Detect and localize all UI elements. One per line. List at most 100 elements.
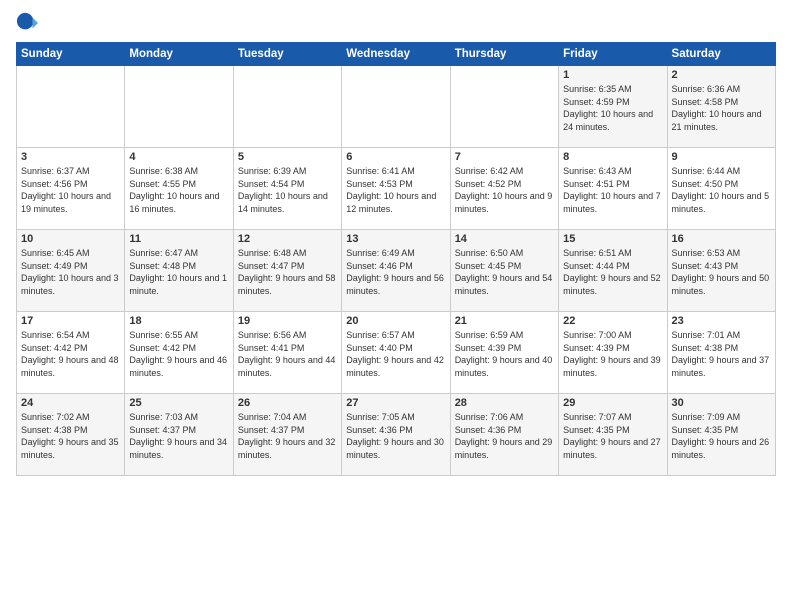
day-info: Sunrise: 6:48 AMSunset: 4:47 PMDaylight:…	[238, 247, 337, 297]
day-cell: 23Sunrise: 7:01 AMSunset: 4:38 PMDayligh…	[667, 312, 775, 394]
day-info: Sunrise: 7:07 AMSunset: 4:35 PMDaylight:…	[563, 411, 662, 461]
week-row-3: 10Sunrise: 6:45 AMSunset: 4:49 PMDayligh…	[17, 230, 776, 312]
day-number: 12	[238, 233, 337, 245]
day-info: Sunrise: 6:37 AMSunset: 4:56 PMDaylight:…	[21, 165, 120, 215]
day-cell: 5Sunrise: 6:39 AMSunset: 4:54 PMDaylight…	[233, 148, 341, 230]
logo	[16, 12, 42, 34]
day-info: Sunrise: 7:01 AMSunset: 4:38 PMDaylight:…	[672, 329, 771, 379]
day-number: 8	[563, 151, 662, 163]
day-cell: 17 Sunrise: 6:54 AMSunset: 4:42 PMDayligh…	[17, 312, 125, 394]
day-number: 17	[21, 315, 120, 327]
weekday-header-wednesday: Wednesday	[342, 43, 450, 66]
day-info: Sunrise: 6:55 AMSunset: 4:42 PMDaylight:…	[129, 329, 228, 379]
day-info: Sunrise: 6:47 AMSunset: 4:48 PMDaylight:…	[129, 247, 228, 297]
weekday-header-saturday: Saturday	[667, 43, 775, 66]
day-info: Sunrise: 6:49 AMSunset: 4:46 PMDaylight:…	[346, 247, 445, 297]
logo-icon	[16, 12, 38, 34]
calendar-header-row: SundayMondayTuesdayWednesdayThursdayFrid…	[17, 43, 776, 66]
day-cell: 10Sunrise: 6:45 AMSunset: 4:49 PMDayligh…	[17, 230, 125, 312]
day-info: Sunrise: 6:36 AMSunset: 4:58 PMDaylight:…	[672, 83, 771, 133]
day-cell: 13 Sunrise: 6:49 AMSunset: 4:46 PMDayligh…	[342, 230, 450, 312]
weekday-header-thursday: Thursday	[450, 43, 558, 66]
day-number: 19	[238, 315, 337, 327]
day-info: Sunrise: 6:50 AMSunset: 4:45 PMDaylight:…	[455, 247, 554, 297]
day-info: Sunrise: 6:56 AMSunset: 4:41 PMDaylight:…	[238, 329, 337, 379]
weekday-header-tuesday: Tuesday	[233, 43, 341, 66]
day-info: Sunrise: 6:45 AMSunset: 4:49 PMDaylight:…	[21, 247, 120, 297]
day-cell: 4 Sunrise: 6:38 AMSunset: 4:55 PMDaylight…	[125, 148, 233, 230]
day-cell: 12 Sunrise: 6:48 AMSunset: 4:47 PMDayligh…	[233, 230, 341, 312]
day-cell: 11 Sunrise: 6:47 AMSunset: 4:48 PMDayligh…	[125, 230, 233, 312]
day-cell	[342, 66, 450, 148]
weekday-header-monday: Monday	[125, 43, 233, 66]
day-info: Sunrise: 6:51 AMSunset: 4:44 PMDaylight:…	[563, 247, 662, 297]
day-number: 6	[346, 151, 445, 163]
day-cell: 21 Sunrise: 6:59 AMSunset: 4:39 PMDayligh…	[450, 312, 558, 394]
day-info: Sunrise: 6:53 AMSunset: 4:43 PMDaylight:…	[672, 247, 771, 297]
day-number: 1	[563, 69, 662, 81]
day-cell: 14Sunrise: 6:50 AMSunset: 4:45 PMDayligh…	[450, 230, 558, 312]
day-number: 22	[563, 315, 662, 327]
day-number: 15	[563, 233, 662, 245]
day-cell: 30 Sunrise: 7:09 AMSunset: 4:35 PMDayligh…	[667, 394, 775, 476]
day-cell: 20 Sunrise: 6:57 AMSunset: 4:40 PMDayligh…	[342, 312, 450, 394]
day-info: Sunrise: 6:35 AMSunset: 4:59 PMDaylight:…	[563, 83, 662, 133]
day-info: Sunrise: 6:38 AMSunset: 4:55 PMDaylight:…	[129, 165, 228, 215]
day-cell: 7Sunrise: 6:42 AMSunset: 4:52 PMDaylight…	[450, 148, 558, 230]
day-number: 27	[346, 397, 445, 409]
day-cell: 22Sunrise: 7:00 AMSunset: 4:39 PMDayligh…	[559, 312, 667, 394]
day-number: 9	[672, 151, 771, 163]
day-number: 20	[346, 315, 445, 327]
weekday-header-sunday: Sunday	[17, 43, 125, 66]
day-cell: 26 Sunrise: 7:04 AMSunset: 4:37 PMDayligh…	[233, 394, 341, 476]
day-number: 3	[21, 151, 120, 163]
day-cell: 18Sunrise: 6:55 AMSunset: 4:42 PMDayligh…	[125, 312, 233, 394]
day-number: 25	[129, 397, 228, 409]
week-row-1: 1 Sunrise: 6:35 AMSunset: 4:59 PMDaylight…	[17, 66, 776, 148]
day-number: 26	[238, 397, 337, 409]
day-info: Sunrise: 7:09 AMSunset: 4:35 PMDaylight:…	[672, 411, 771, 461]
day-info: Sunrise: 7:02 AMSunset: 4:38 PMDaylight:…	[21, 411, 120, 461]
day-number: 21	[455, 315, 554, 327]
day-cell: 1 Sunrise: 6:35 AMSunset: 4:59 PMDaylight…	[559, 66, 667, 148]
day-cell: 28 Sunrise: 7:06 AMSunset: 4:36 PMDayligh…	[450, 394, 558, 476]
day-cell: 8 Sunrise: 6:43 AMSunset: 4:51 PMDaylight…	[559, 148, 667, 230]
day-number: 11	[129, 233, 228, 245]
day-number: 5	[238, 151, 337, 163]
day-number: 28	[455, 397, 554, 409]
day-info: Sunrise: 6:44 AMSunset: 4:50 PMDaylight:…	[672, 165, 771, 215]
day-number: 29	[563, 397, 662, 409]
day-info: Sunrise: 6:59 AMSunset: 4:39 PMDaylight:…	[455, 329, 554, 379]
day-cell: 3 Sunrise: 6:37 AMSunset: 4:56 PMDaylight…	[17, 148, 125, 230]
day-cell: 29 Sunrise: 7:07 AMSunset: 4:35 PMDayligh…	[559, 394, 667, 476]
day-cell: 9 Sunrise: 6:44 AMSunset: 4:50 PMDaylight…	[667, 148, 775, 230]
week-row-5: 24 Sunrise: 7:02 AMSunset: 4:38 PMDayligh…	[17, 394, 776, 476]
day-info: Sunrise: 7:05 AMSunset: 4:36 PMDaylight:…	[346, 411, 445, 461]
day-info: Sunrise: 6:42 AMSunset: 4:52 PMDaylight:…	[455, 165, 554, 215]
day-cell: 19 Sunrise: 6:56 AMSunset: 4:41 PMDayligh…	[233, 312, 341, 394]
day-number: 4	[129, 151, 228, 163]
day-cell: 6 Sunrise: 6:41 AMSunset: 4:53 PMDaylight…	[342, 148, 450, 230]
day-number: 13	[346, 233, 445, 245]
day-number: 30	[672, 397, 771, 409]
day-cell: 27 Sunrise: 7:05 AMSunset: 4:36 PMDayligh…	[342, 394, 450, 476]
day-cell	[17, 66, 125, 148]
calendar: SundayMondayTuesdayWednesdayThursdayFrid…	[16, 42, 776, 476]
day-info: Sunrise: 6:54 AMSunset: 4:42 PMDaylight:…	[21, 329, 120, 379]
day-info: Sunrise: 7:04 AMSunset: 4:37 PMDaylight:…	[238, 411, 337, 461]
day-cell: 15 Sunrise: 6:51 AMSunset: 4:44 PMDayligh…	[559, 230, 667, 312]
day-cell: 25 Sunrise: 7:03 AMSunset: 4:37 PMDayligh…	[125, 394, 233, 476]
day-info: Sunrise: 6:43 AMSunset: 4:51 PMDaylight:…	[563, 165, 662, 215]
day-info: Sunrise: 6:41 AMSunset: 4:53 PMDaylight:…	[346, 165, 445, 215]
weekday-header-friday: Friday	[559, 43, 667, 66]
day-info: Sunrise: 6:57 AMSunset: 4:40 PMDaylight:…	[346, 329, 445, 379]
day-cell	[125, 66, 233, 148]
day-number: 24	[21, 397, 120, 409]
day-cell	[233, 66, 341, 148]
day-info: Sunrise: 7:03 AMSunset: 4:37 PMDaylight:…	[129, 411, 228, 461]
week-row-4: 17 Sunrise: 6:54 AMSunset: 4:42 PMDayligh…	[17, 312, 776, 394]
day-number: 16	[672, 233, 771, 245]
day-info: Sunrise: 7:06 AMSunset: 4:36 PMDaylight:…	[455, 411, 554, 461]
day-cell: 16 Sunrise: 6:53 AMSunset: 4:43 PMDayligh…	[667, 230, 775, 312]
day-cell	[450, 66, 558, 148]
